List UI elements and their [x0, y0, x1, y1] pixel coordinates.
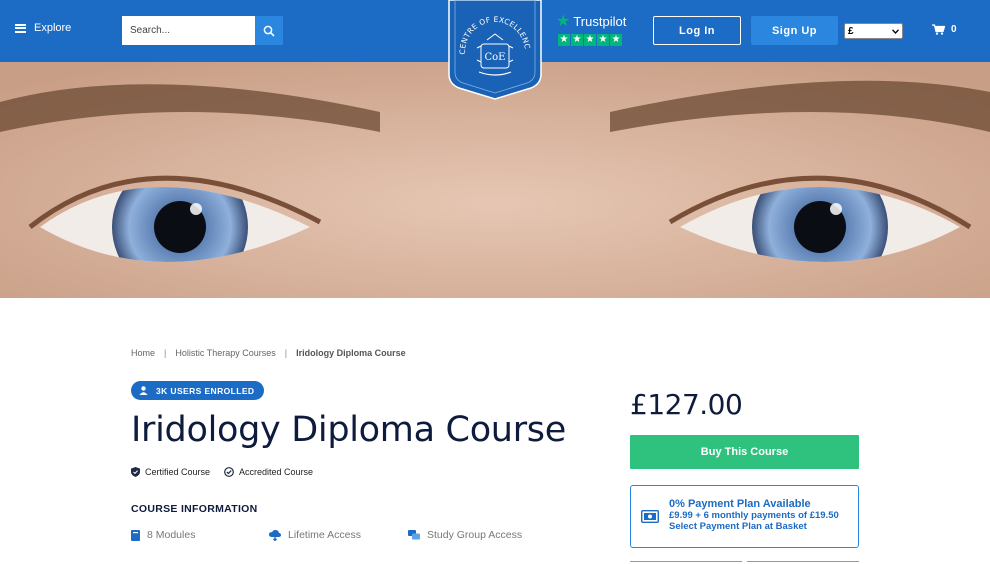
payment-plan-detail: £9.99 + 6 monthly payments of £19.50: [669, 510, 839, 521]
payment-plan-instruction: Select Payment Plan at Basket: [669, 521, 807, 532]
trustpilot-star-icon: ★: [556, 12, 571, 30]
hamburger-icon: [15, 23, 26, 33]
login-button[interactable]: Log In: [653, 16, 741, 45]
cart-count: 0: [951, 24, 957, 35]
feature-modules: 8 Modules: [131, 529, 269, 541]
explore-label: Explore: [34, 22, 72, 34]
search-icon: [263, 25, 275, 37]
svg-text:CoE: CoE: [485, 52, 506, 63]
feature-lifetime-access: Lifetime Access: [269, 529, 408, 541]
enrolled-badge: 3K USERS ENROLLED: [131, 381, 265, 400]
breadcrumb-separator: |: [164, 348, 167, 358]
breadcrumb-category[interactable]: Holistic Therapy Courses: [175, 348, 275, 358]
centre-of-excellence-logo[interactable]: CENTRE OF EXCELLENCE CoE: [447, 0, 543, 100]
trustpilot-rating[interactable]: ★ Trustpilot ★ ★ ★ ★ ★: [556, 12, 627, 46]
cart-button[interactable]: 0: [932, 24, 957, 35]
feature-modules-label: 8 Modules: [147, 529, 196, 541]
currency-value: £: [848, 25, 854, 37]
search-button[interactable]: [255, 16, 283, 45]
star-icon: ★: [597, 34, 609, 46]
accredited-label: Accredited Course: [239, 467, 314, 477]
chat-bubbles-icon: [408, 530, 420, 540]
banknote-icon: [641, 510, 659, 523]
star-icon: ★: [558, 34, 570, 46]
course-badges: Certified Course Accredited Course: [131, 467, 313, 477]
cart-icon: [932, 24, 945, 35]
cloud-download-icon: [269, 529, 281, 541]
currency-select[interactable]: £: [844, 23, 903, 39]
search-input[interactable]: [122, 16, 255, 45]
search-bar: [122, 16, 283, 45]
enrolled-text: 3K USERS ENROLLED: [156, 385, 255, 396]
breadcrumb-home[interactable]: Home: [131, 348, 155, 358]
feature-study-group: Study Group Access: [408, 529, 522, 541]
explore-menu-button[interactable]: Explore: [15, 22, 71, 34]
trustpilot-label: Trustpilot: [573, 14, 627, 29]
breadcrumb-current: Iridology Diploma Course: [296, 348, 406, 358]
course-features: 8 Modules Lifetime Access Study Group Ac…: [131, 529, 522, 541]
user-icon: [139, 386, 148, 395]
feature-group-label: Study Group Access: [427, 529, 523, 541]
course-price: £127.00: [630, 388, 743, 421]
buy-course-button[interactable]: Buy This Course: [630, 435, 859, 469]
feature-access-label: Lifetime Access: [288, 529, 361, 541]
site-header: Explore CENTRE OF EXCELLENCE CoE ★ Trust…: [0, 0, 990, 100]
signup-button[interactable]: Sign Up: [751, 16, 838, 45]
book-icon: [131, 529, 140, 541]
payment-plan-title: 0% Payment Plan Available: [669, 498, 811, 510]
chevron-down-icon: [892, 28, 899, 34]
star-icon: ★: [584, 34, 596, 46]
course-info-heading: COURSE INFORMATION: [131, 503, 258, 515]
shield-icon: [131, 467, 140, 477]
course-title: Iridology Diploma Course: [131, 410, 566, 450]
payment-plan-box[interactable]: 0% Payment Plan Available £9.99 + 6 mont…: [630, 485, 859, 548]
accredited-badge: Accredited Course: [224, 467, 313, 477]
certified-badge: Certified Course: [131, 467, 210, 477]
check-circle-icon: [224, 467, 234, 477]
trustpilot-stars: ★ ★ ★ ★ ★: [558, 34, 626, 46]
star-icon: ★: [610, 34, 622, 46]
certified-label: Certified Course: [145, 467, 211, 477]
breadcrumb-separator: |: [284, 348, 288, 358]
star-icon: ★: [571, 34, 583, 46]
breadcrumb: Home | Holistic Therapy Courses | Iridol…: [131, 348, 406, 358]
